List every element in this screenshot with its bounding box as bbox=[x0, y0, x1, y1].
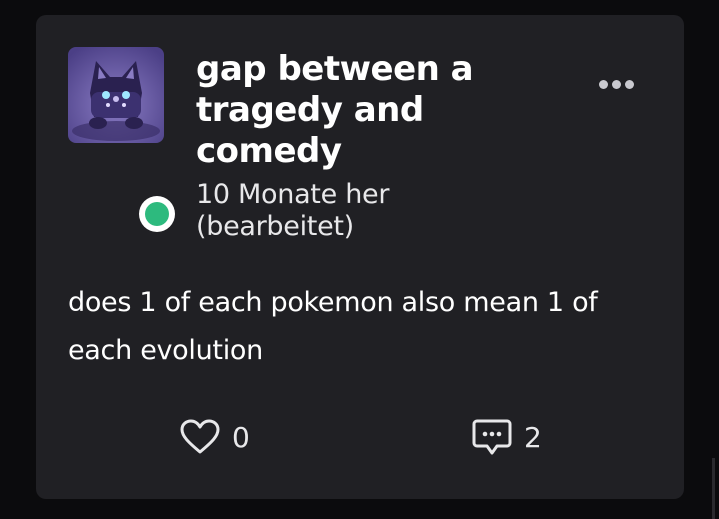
more-dots-icon bbox=[598, 79, 608, 89]
comment-count: 2 bbox=[524, 420, 542, 454]
more-dot bbox=[611, 79, 621, 89]
like-button[interactable]: 0 bbox=[180, 415, 250, 459]
cat-creature-avatar-icon bbox=[68, 47, 164, 143]
comment-button[interactable]: 2 bbox=[472, 415, 542, 459]
scrollbar[interactable] bbox=[712, 458, 715, 519]
post-card: gap between a tragedy and comedy 10 Mona… bbox=[36, 15, 684, 499]
timestamp-edited: (bearbeitet) bbox=[196, 211, 354, 242]
comment-bubble-icon bbox=[472, 419, 512, 455]
heart-icon bbox=[180, 419, 220, 454]
like-count: 0 bbox=[232, 420, 250, 454]
post-title: gap between a tragedy and comedy bbox=[196, 49, 474, 171]
more-dot bbox=[624, 79, 634, 89]
status-dot-inner bbox=[145, 202, 169, 226]
post-timestamp[interactable]: 10 Monate her (bearbeitet) bbox=[196, 179, 496, 243]
post-body: does 1 of each pokemon also mean 1 of ea… bbox=[68, 287, 598, 366]
more-options-button[interactable] bbox=[592, 73, 640, 95]
author-avatar[interactable] bbox=[68, 47, 164, 143]
online-status-indicator bbox=[139, 196, 175, 232]
timestamp-relative: 10 Monate her bbox=[196, 179, 390, 210]
